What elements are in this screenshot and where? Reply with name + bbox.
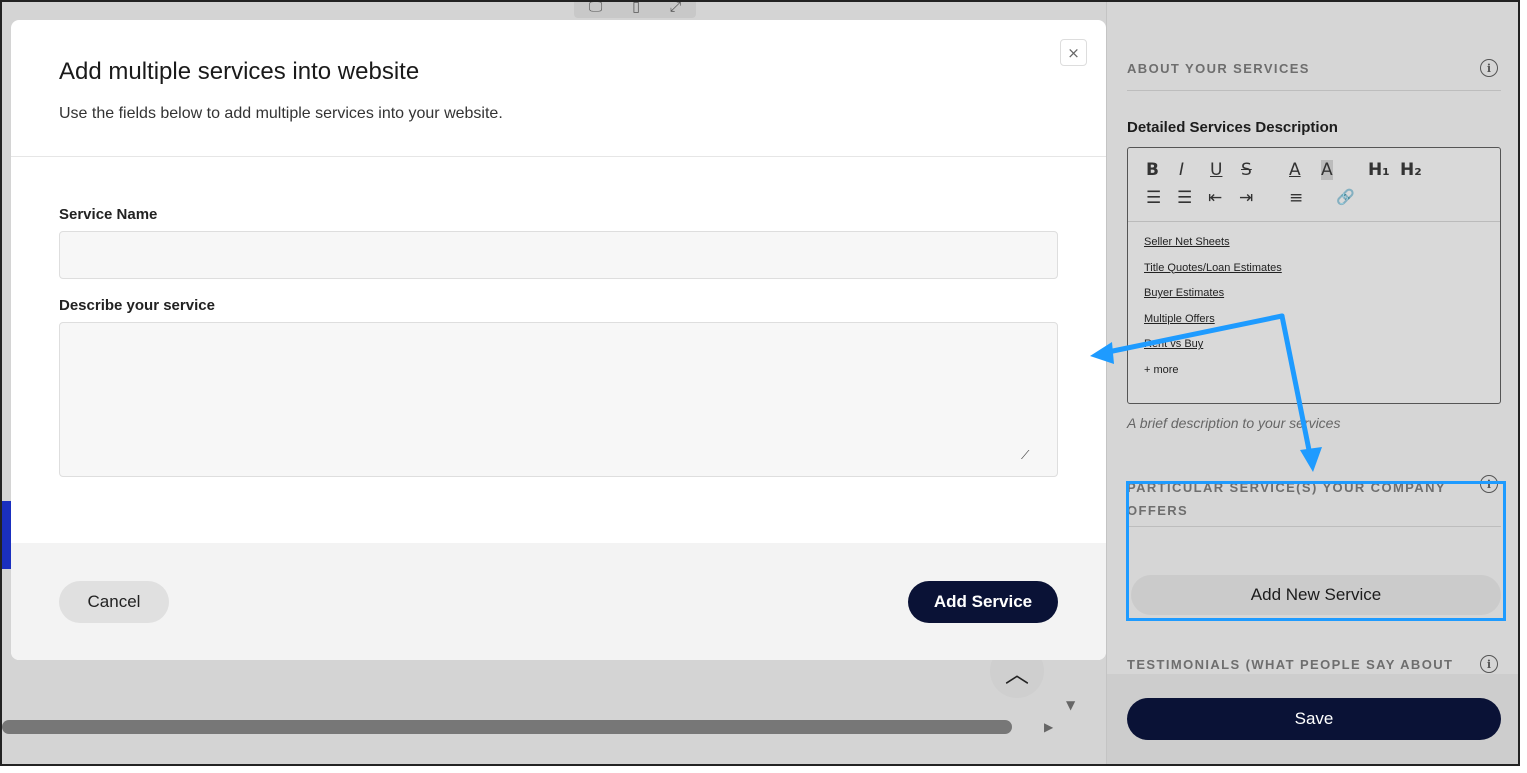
description-hint: A brief description to your services: [1127, 415, 1341, 431]
detailed-services-label: Detailed Services Description: [1127, 119, 1338, 136]
info-icon[interactable]: i: [1480, 655, 1498, 673]
testimonials-title: TESTIMONIALS (WHAT PEOPLE SAY ABOUT: [1127, 657, 1454, 672]
editor-toolbar: B I U S A A H₁ H₂ ☰ ☰ ⇤ ⇥ ≡ 🔗: [1128, 148, 1500, 222]
align-icon[interactable]: ≡: [1289, 188, 1303, 208]
cancel-button[interactable]: Cancel: [59, 581, 169, 623]
save-bar: Save: [1107, 674, 1518, 764]
font-color-icon[interactable]: A: [1289, 160, 1301, 180]
highlight-box: [1126, 481, 1506, 621]
bullet-list-icon[interactable]: ☰: [1177, 188, 1192, 208]
list-item[interactable]: Multiple Offers: [1144, 307, 1484, 333]
service-name-input[interactable]: [59, 231, 1058, 279]
ordered-list-icon[interactable]: ☰: [1146, 188, 1161, 208]
resize-handle-icon[interactable]: ⟋: [1021, 448, 1029, 463]
underline-icon[interactable]: U: [1210, 160, 1222, 180]
outdent-icon[interactable]: ⇤: [1208, 188, 1222, 208]
save-button[interactable]: Save: [1127, 698, 1501, 740]
modal-footer: Cancel Add Service: [11, 543, 1106, 660]
describe-service-textarea[interactable]: [59, 322, 1058, 477]
strikethrough-icon[interactable]: S: [1241, 160, 1252, 180]
link-icon[interactable]: 🔗: [1336, 188, 1355, 206]
bold-icon[interactable]: B: [1146, 160, 1159, 180]
info-icon[interactable]: i: [1480, 59, 1498, 77]
mobile-icon[interactable]: ▯: [632, 2, 640, 15]
modal-divider: [11, 156, 1106, 157]
list-item[interactable]: Buyer Estimates: [1144, 281, 1484, 307]
add-services-modal: × Add multiple services into website Use…: [11, 20, 1106, 660]
list-item[interactable]: Rent vs Buy: [1144, 332, 1484, 358]
heading1-icon[interactable]: H₁: [1368, 160, 1390, 180]
about-services-title: ABOUT YOUR SERVICES: [1127, 61, 1310, 76]
scroll-right-icon[interactable]: ▶: [1044, 720, 1053, 734]
list-item[interactable]: Title Quotes/Loan Estimates: [1144, 256, 1484, 282]
expand-icon[interactable]: ⤢: [670, 2, 681, 15]
background-color-icon[interactable]: A: [1321, 160, 1333, 180]
more-link[interactable]: + more: [1144, 358, 1484, 383]
app-window: 🖵 ▯ ⤢ ︿ ▶ ▼ ABOUT YOUR SERVICES i Detail…: [0, 0, 1520, 766]
list-item[interactable]: Seller Net Sheets: [1144, 230, 1484, 256]
modal-title: Add multiple services into website: [59, 58, 420, 85]
service-name-label: Service Name: [59, 206, 158, 223]
heading2-icon[interactable]: H₂: [1400, 160, 1422, 180]
indent-icon[interactable]: ⇥: [1239, 188, 1253, 208]
scroll-down-icon[interactable]: ▼: [1066, 698, 1075, 712]
rich-text-editor[interactable]: B I U S A A H₁ H₂ ☰ ☰ ⇤ ⇥ ≡ 🔗 Seller Net…: [1127, 147, 1501, 404]
desktop-icon[interactable]: 🖵: [589, 2, 603, 15]
horizontal-scrollbar[interactable]: [2, 720, 1012, 734]
add-service-button[interactable]: Add Service: [908, 581, 1058, 623]
close-icon[interactable]: ×: [1060, 39, 1087, 66]
section-divider: [1127, 90, 1501, 91]
device-toggle-bar: 🖵 ▯ ⤢: [574, 2, 696, 18]
describe-service-label: Describe your service: [59, 297, 215, 314]
settings-panel: ABOUT YOUR SERVICES i Detailed Services …: [1106, 2, 1518, 764]
italic-icon[interactable]: I: [1179, 160, 1184, 180]
modal-subtitle: Use the fields below to add multiple ser…: [59, 105, 503, 122]
editor-content[interactable]: Seller Net Sheets Title Quotes/Loan Esti…: [1128, 222, 1500, 391]
